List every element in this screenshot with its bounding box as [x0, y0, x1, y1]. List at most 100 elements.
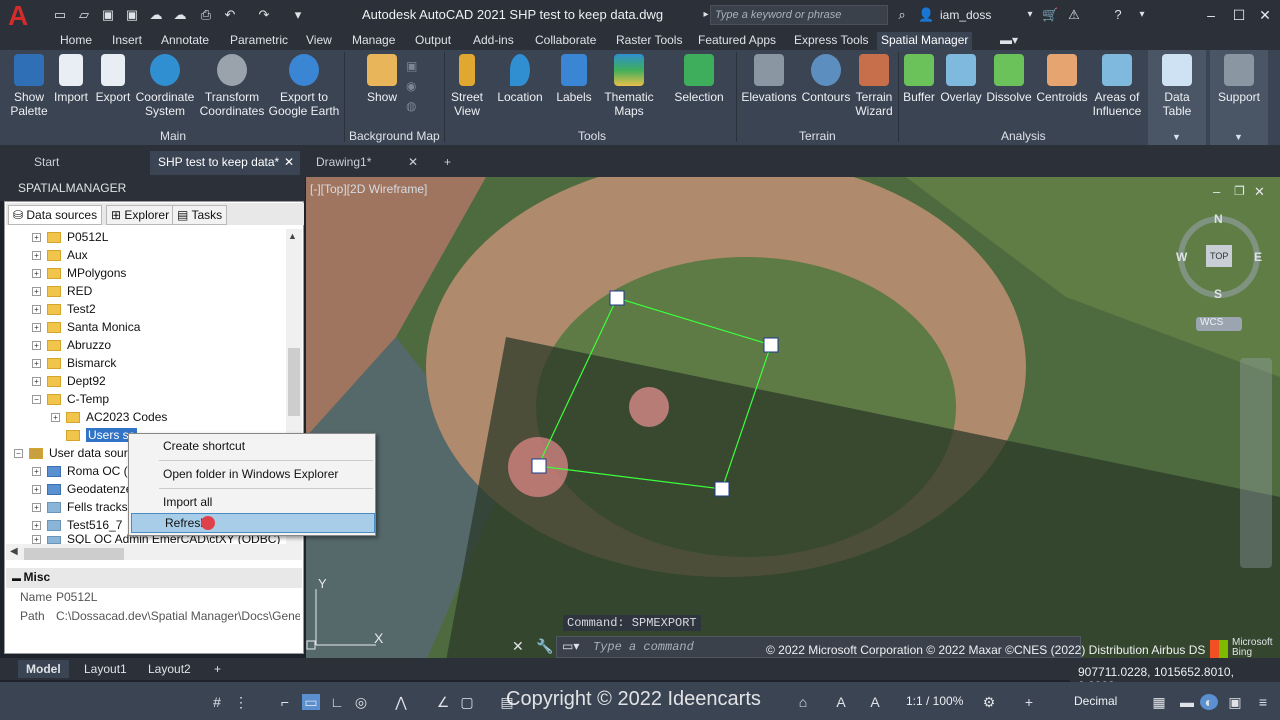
street-view-button[interactable]: Street View — [448, 54, 486, 118]
tab-parametric[interactable]: Parametric — [226, 32, 292, 50]
tab-spatial-manager[interactable]: Spatial Manager — [877, 32, 973, 50]
maximize-icon[interactable]: ☐ — [1230, 6, 1248, 24]
add-layout-icon[interactable]: + — [206, 660, 229, 678]
infer-constraints-icon[interactable]: ⌐ — [276, 694, 294, 710]
import-button[interactable]: Import — [50, 54, 92, 104]
open-folder-icon[interactable]: ▱ — [76, 7, 92, 23]
command-close-icon[interactable]: ✕ — [512, 638, 524, 655]
user-name[interactable]: iam_doss — [940, 8, 991, 22]
data-table-chevron-icon[interactable]: ▼ — [1172, 132, 1181, 142]
tree-item[interactable]: + Abruzzo — [32, 336, 111, 354]
tab-model[interactable]: Model — [18, 660, 69, 678]
labels-button[interactable]: Labels — [553, 54, 595, 104]
tree-item[interactable]: + Dept92 — [32, 372, 106, 390]
buffer-button[interactable]: Buffer — [900, 54, 938, 104]
dissolve-button[interactable]: Dissolve — [986, 54, 1032, 104]
misc-section-header[interactable]: ▬ Misc — [6, 568, 302, 588]
customize-chevron-icon[interactable]: ▾ — [290, 7, 306, 23]
close-tab-icon[interactable]: ✕ — [284, 151, 294, 173]
new-file-icon[interactable]: ▭ — [52, 7, 68, 23]
object-snap-tracking-icon[interactable]: ∠ — [434, 694, 452, 710]
help-chevron-icon[interactable]: ▾ — [1134, 7, 1150, 23]
isolate-objects-icon[interactable]: ◐ — [1200, 694, 1218, 710]
tab-view[interactable]: View — [302, 32, 336, 50]
menu-import-all[interactable]: Import all — [163, 493, 212, 511]
tab-add-ins[interactable]: Add-ins — [469, 32, 518, 50]
units-selector[interactable]: Decimal — [1074, 694, 1117, 708]
tab-tasks[interactable]: ▤ Tasks — [172, 205, 228, 225]
tree-item-selected[interactable]: Users so — [66, 426, 138, 444]
grid-icon[interactable]: # — [208, 694, 226, 710]
scroll-left-icon[interactable]: ◀ — [10, 546, 18, 557]
menu-open-folder[interactable]: Open folder in Windows Explorer — [163, 465, 338, 483]
viewport-close-icon[interactable]: ✕ — [1254, 184, 1265, 200]
tab-layout1[interactable]: Layout1 — [76, 660, 135, 678]
tree-item[interactable]: + RED — [32, 282, 92, 300]
viewport-controls-label[interactable]: [-][Top][2D Wireframe] — [310, 182, 427, 196]
quick-properties-icon[interactable]: ▦ — [1150, 694, 1168, 710]
selection-button[interactable]: Selection — [672, 54, 726, 104]
areas-of-influence-button[interactable]: Areas of Influence — [1092, 54, 1142, 118]
lock-ui-icon[interactable]: ▬ — [1178, 694, 1196, 710]
help-search-input[interactable]: Type a keyword or phrase — [710, 5, 888, 25]
contours-button[interactable]: Contours — [800, 54, 852, 104]
tab-insert[interactable]: Insert — [108, 32, 146, 50]
snap-icon[interactable]: ⋮ — [232, 694, 250, 710]
navigation-bar[interactable] — [1240, 358, 1272, 568]
plot-icon[interactable]: ⎙ — [198, 7, 214, 23]
tree-item[interactable]: − C-Temp — [32, 390, 109, 408]
save-as-icon[interactable]: ▣ — [124, 7, 140, 23]
support-chevron-icon[interactable]: ▼ — [1234, 132, 1243, 142]
support-button[interactable]: Support — [1212, 54, 1266, 104]
redo-icon[interactable]: ↷ — [256, 7, 272, 23]
tree-item[interactable]: + Roma OC ( — [32, 462, 128, 480]
export-button[interactable]: Export — [92, 54, 134, 104]
tree-item[interactable]: + Bismarck — [32, 354, 116, 372]
undo-icon[interactable]: ↶ — [222, 7, 238, 23]
tree-item[interactable]: + AC2023 Codes — [51, 408, 167, 426]
tree-item[interactable]: + Aux — [32, 246, 88, 264]
scroll-up-icon[interactable]: ▲ — [288, 231, 297, 241]
tab-raster-tools[interactable]: Raster Tools — [612, 32, 686, 50]
ortho-icon[interactable]: ∟ — [328, 694, 346, 710]
doc-tab-start[interactable]: Start — [26, 151, 150, 175]
data-table-button[interactable]: Data Table — [1149, 54, 1205, 118]
menu-create-shortcut[interactable]: Create shortcut — [163, 437, 245, 455]
tab-layout2[interactable]: Layout2 — [140, 660, 199, 678]
annotation-visibility-icon[interactable]: ⌂ — [794, 694, 812, 710]
scale-selector[interactable]: 1:1 / 100% — [906, 694, 963, 708]
menu-refresh[interactable]: Refresh — [131, 513, 375, 533]
cloud-save-icon[interactable]: ☁ — [172, 7, 188, 23]
tab-explorer[interactable]: ⊞ Explorer — [106, 205, 175, 225]
tree-item[interactable]: − User data sourc — [14, 444, 134, 462]
elevations-button[interactable]: Elevations — [740, 54, 798, 104]
polar-tracking-icon[interactable]: ◎ — [352, 694, 370, 710]
tab-annotate[interactable]: Annotate — [157, 32, 213, 50]
tree-item[interactable]: + Test2 — [32, 300, 96, 318]
tree-item[interactable]: + P0512L — [32, 228, 108, 246]
close-tab-icon[interactable]: ✕ — [408, 151, 418, 173]
save-icon[interactable]: ▣ — [100, 7, 116, 23]
map-options-icons[interactable]: ▣ ◉ ◍ — [406, 56, 422, 116]
command-customize-icon[interactable]: 🔧 — [536, 638, 553, 655]
tab-home[interactable]: Home — [56, 32, 96, 50]
tab-express-tools[interactable]: Express Tools — [790, 32, 872, 50]
workspace-gear-icon[interactable]: ⚙ — [980, 694, 998, 710]
show-background-map-button[interactable]: Show — [362, 54, 402, 104]
tab-output[interactable]: Output — [411, 32, 455, 50]
object-snap-icon[interactable]: ▢ — [458, 694, 476, 710]
scrollbar-thumb[interactable] — [288, 348, 300, 416]
tree-item[interactable]: + Geodatenze — [32, 480, 132, 498]
annotation-scale-icon[interactable]: A — [832, 694, 850, 710]
tree-item[interactable]: + MPolygons — [32, 264, 126, 282]
drawing-viewport[interactable] — [306, 177, 1280, 661]
auto-scale-icon[interactable]: A — [866, 694, 884, 710]
dynamic-input-icon[interactable]: ▭ — [302, 694, 320, 710]
h-scrollbar-thumb[interactable] — [24, 548, 124, 560]
ribbon-options-icon[interactable]: ▬▾ — [996, 32, 1022, 50]
centroids-button[interactable]: Centroids — [1034, 54, 1090, 104]
new-tab-icon[interactable]: + — [436, 151, 460, 175]
viewport-minimize-icon[interactable]: – — [1213, 184, 1220, 199]
thematic-maps-button[interactable]: Thematic Maps — [602, 54, 656, 118]
user-chevron-icon[interactable]: ▾ — [1022, 7, 1038, 23]
